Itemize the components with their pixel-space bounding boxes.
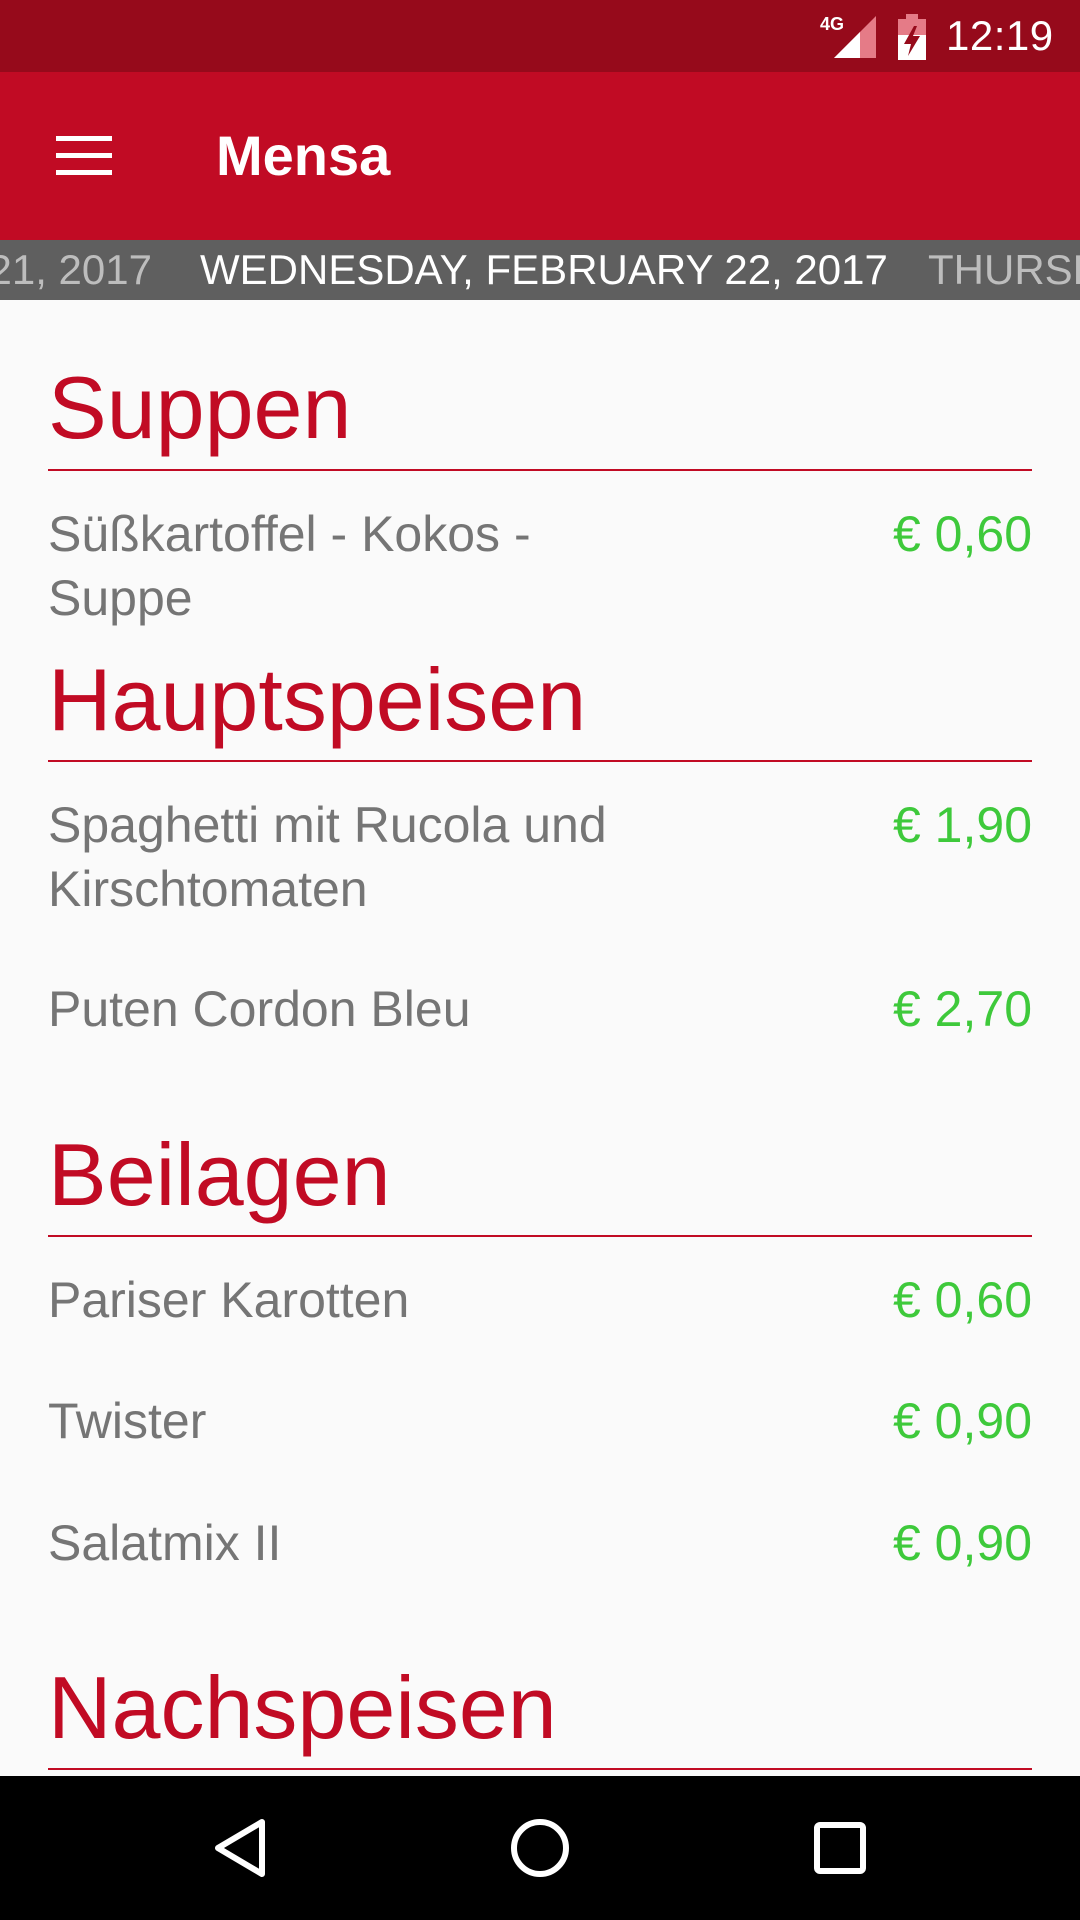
section-title-suppen: Suppen [48,358,352,457]
section-divider [48,1235,1032,1237]
menu-item-name: Süßkartoffel - Kokos - Suppe [48,506,531,626]
date-tab-next[interactable]: THURSD [928,240,1080,300]
date-tab-previous[interactable]: 21, 2017 [0,240,152,300]
network-label: 4G [820,14,844,34]
status-clock: 12:19 [946,12,1054,59]
nav-recents-button[interactable] [792,1800,888,1896]
menu-item-price: € 1,90 [892,797,1032,853]
menu-item-price: € 0,90 [892,1515,1032,1571]
section-divider [48,760,1032,762]
menu-item-name: Salatmix II [48,1515,282,1571]
navigation-menu-button[interactable] [36,108,132,204]
hamburger-menu-icon [56,136,112,175]
home-icon [511,1819,569,1877]
section-divider [48,469,1032,471]
menu-item-name: Twister [48,1393,207,1449]
menu-item-price: € 2,70 [892,981,1032,1037]
status-bar: 4G 12:19 [0,0,1080,72]
back-icon [215,1819,265,1877]
section-title-hauptspeisen: Hauptspeisen [48,650,587,749]
app-title: Mensa [216,124,391,187]
nav-home-button[interactable] [492,1800,588,1896]
menu-item-name: Puten Cordon Bleu [48,981,471,1037]
menu-item-price: € 0,90 [892,1393,1032,1449]
menu-item-name: Pariser Karotten [48,1272,410,1328]
menu-item-price: € 0,60 [892,1272,1032,1328]
menu-item-name: Spaghetti mit Rucola und Kirschtomaten [48,797,607,917]
date-tab-current[interactable]: WEDNESDAY, FEBRUARY 22, 2017 [200,240,888,300]
section-title-beilagen: Beilagen [48,1125,391,1224]
app-bar: Mensa [0,72,1080,240]
menu-list[interactable]: Suppen Süßkartoffel - Kokos - Suppe € 0,… [0,300,1080,1776]
section-divider [48,1768,1032,1770]
signal-4g-icon: 4G [820,14,876,58]
recents-icon [814,1822,866,1874]
menu-item-price: € 0,60 [892,506,1032,562]
section-title-nachspeisen: Nachspeisen [48,1658,557,1757]
battery-charging-icon [898,14,926,60]
nav-back-button[interactable] [192,1800,288,1896]
system-navigation-bar [0,1776,1080,1920]
date-tab-strip[interactable]: 21, 2017 WEDNESDAY, FEBRUARY 22, 2017 TH… [0,240,1080,300]
